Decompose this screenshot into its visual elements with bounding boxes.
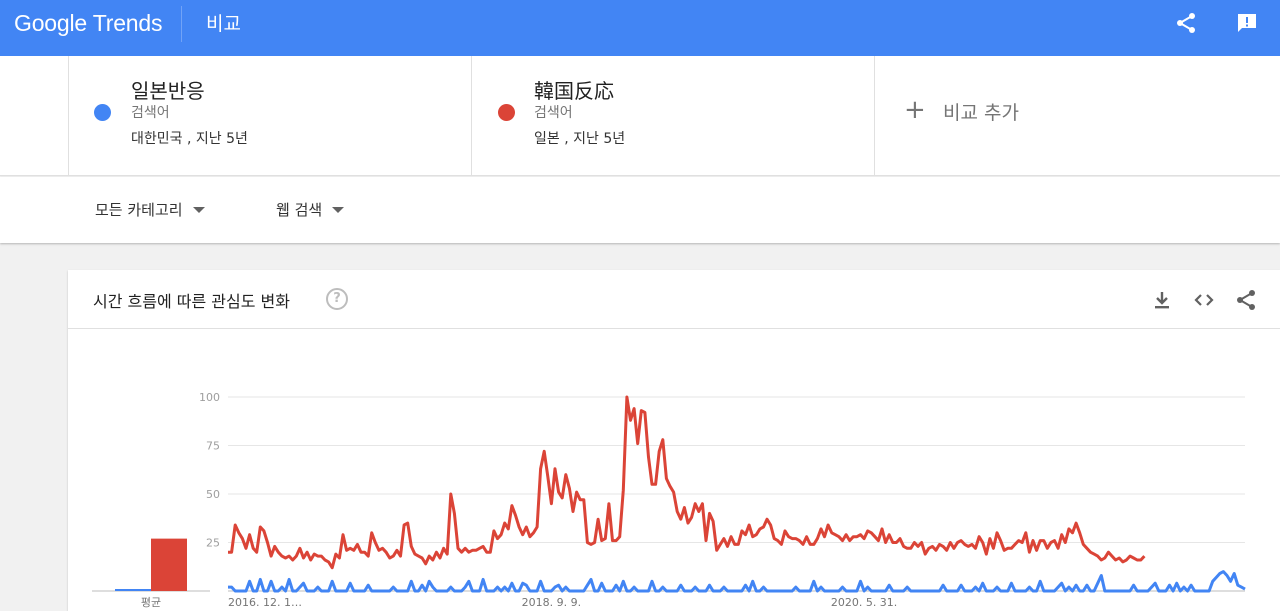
feedback-icon[interactable] [1235, 11, 1259, 35]
term-1-color-dot [94, 104, 111, 121]
y-tick-label-100: 100 [199, 391, 220, 404]
google-trends-logo[interactable]: Google Trends [14, 10, 162, 37]
chevron-down-icon [332, 206, 345, 213]
share-icon[interactable] [1174, 11, 1198, 35]
filter-bar: 모든 카테고리 웹 검색 [0, 177, 1280, 243]
search-type-dropdown[interactable]: 웹 검색 [276, 199, 345, 220]
y-tick-label-75: 75 [206, 440, 220, 453]
y-tick-label-50: 50 [206, 488, 220, 501]
term-card-2[interactable]: 韓国反応 검색어 일본 , 지난 5년 [471, 56, 874, 176]
interest-over-time-card: 시간 흐름에 따른 관심도 변화 ? 평균 25 50 75 100 2016. 12… [68, 270, 1280, 611]
term-1-type: 검색어 [131, 105, 170, 121]
term-card-1[interactable]: 일본반응 검색어 대한민국 , 지난 5년 [68, 56, 471, 176]
add-icon: + [904, 95, 926, 125]
average-bar-2 [151, 538, 187, 591]
top-app-bar: Google Trends 비교 [0, 0, 1280, 56]
x-tick-label-2: 2020. 5. 31. [831, 596, 897, 609]
average-bar-1 [115, 589, 151, 591]
x-tick-label-0: 2016. 12. 1… [228, 596, 302, 609]
page-title: 비교 [206, 13, 241, 35]
term-1-name: 일본반응 [131, 79, 205, 103]
search-type-dropdown-label: 웹 검색 [276, 201, 323, 219]
chevron-down-icon [192, 206, 205, 213]
average-bars [92, 538, 210, 592]
term-1-location[interactable]: 대한민국 , 지난 5년 [131, 128, 248, 148]
category-dropdown[interactable]: 모든 카테고리 [95, 199, 205, 220]
term-2-name: 韓国反応 [534, 79, 614, 103]
category-dropdown-label: 모든 카테고리 [95, 201, 183, 219]
term-2-type: 검색어 [534, 105, 573, 121]
x-axis-ticks: 2016. 12. 1… 2018. 9. 9. 2020. 5. 31. [228, 596, 897, 609]
average-label: 평균 [141, 596, 161, 609]
comparison-terms-bar: 일본반응 검색어 대한민국 , 지난 5년 韓国反応 검색어 일본 , 지난 5… [0, 56, 1280, 176]
interest-chart: 평균 25 50 75 100 2016. 12. 1… 2018. 9. 9. 2020… [92, 391, 1246, 609]
header-divider [181, 6, 182, 42]
term-2-location[interactable]: 일본 , 지난 5년 [534, 128, 625, 148]
chart-gridlines: 25 50 75 100 [199, 391, 1245, 592]
x-tick-label-1: 2018. 9. 9. [522, 596, 581, 609]
add-comparison-button[interactable]: + 비교 추가 [874, 56, 1280, 176]
add-comparison-label: 비교 추가 [943, 102, 1019, 124]
y-tick-label-25: 25 [206, 537, 220, 550]
term-2-color-dot [498, 104, 515, 121]
series-line-1 [228, 570, 1246, 593]
